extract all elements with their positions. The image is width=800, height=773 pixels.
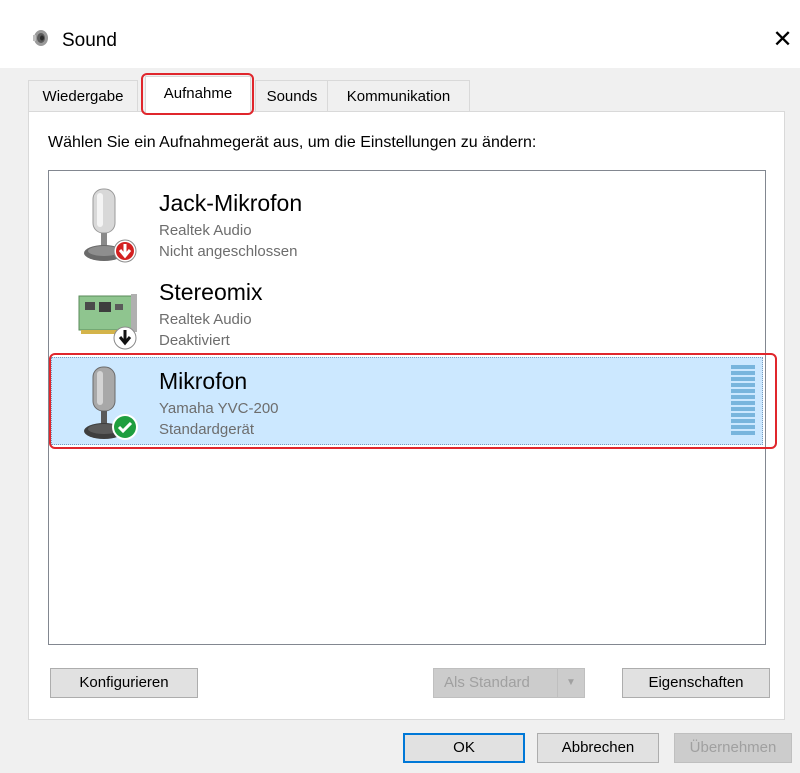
sound-dialog: Sound ✕ Wiedergabe Aufnahme Sounds Kommu… [0,0,800,773]
properties-button[interactable]: Eigenschaften [622,668,770,698]
ok-button[interactable]: OK [403,733,525,763]
set-default-button-label: Als Standard [444,674,530,691]
device-item-jack-mikrofon[interactable]: Jack-Mikrofon Realtek Audio Nicht angesc… [51,179,763,267]
device-item-stereomix[interactable]: Stereomix Realtek Audio Deaktiviert [51,268,763,356]
instruction-text: Wählen Sie ein Aufnahmegerät aus, um die… [48,134,537,151]
selection-highlight-annotation [49,353,777,449]
device-driver: Realtek Audio [159,222,252,239]
chevron-down-icon[interactable]: ▼ [557,669,584,697]
tab-wiedergabe[interactable]: Wiedergabe [28,80,138,112]
disabled-arrow-icon [113,326,137,350]
device-driver: Realtek Audio [159,311,252,328]
configure-button-label: Konfigurieren [79,674,169,691]
set-default-button[interactable]: Als Standard ▼ [433,668,585,698]
cancel-button[interactable]: Abbrechen [537,733,659,763]
device-name: Stereomix [159,279,263,305]
tab-kommunikation[interactable]: Kommunikation [327,80,470,112]
device-name: Jack-Mikrofon [159,190,303,216]
speaker-icon [33,30,48,46]
window-title: Sound [62,30,117,51]
title-bar: Sound ✕ [0,0,800,68]
device-status: Nicht angeschlossen [159,243,298,260]
disconnected-arrow-icon [113,239,137,263]
close-button[interactable]: ✕ [765,20,800,58]
tab-sounds[interactable]: Sounds [255,80,329,112]
properties-button-label: Eigenschaften [648,674,744,691]
tab-highlight-annotation [141,73,254,115]
device-status: Deaktiviert [159,332,230,349]
apply-button[interactable]: Übernehmen [674,733,792,763]
configure-button[interactable]: Konfigurieren [50,668,198,698]
